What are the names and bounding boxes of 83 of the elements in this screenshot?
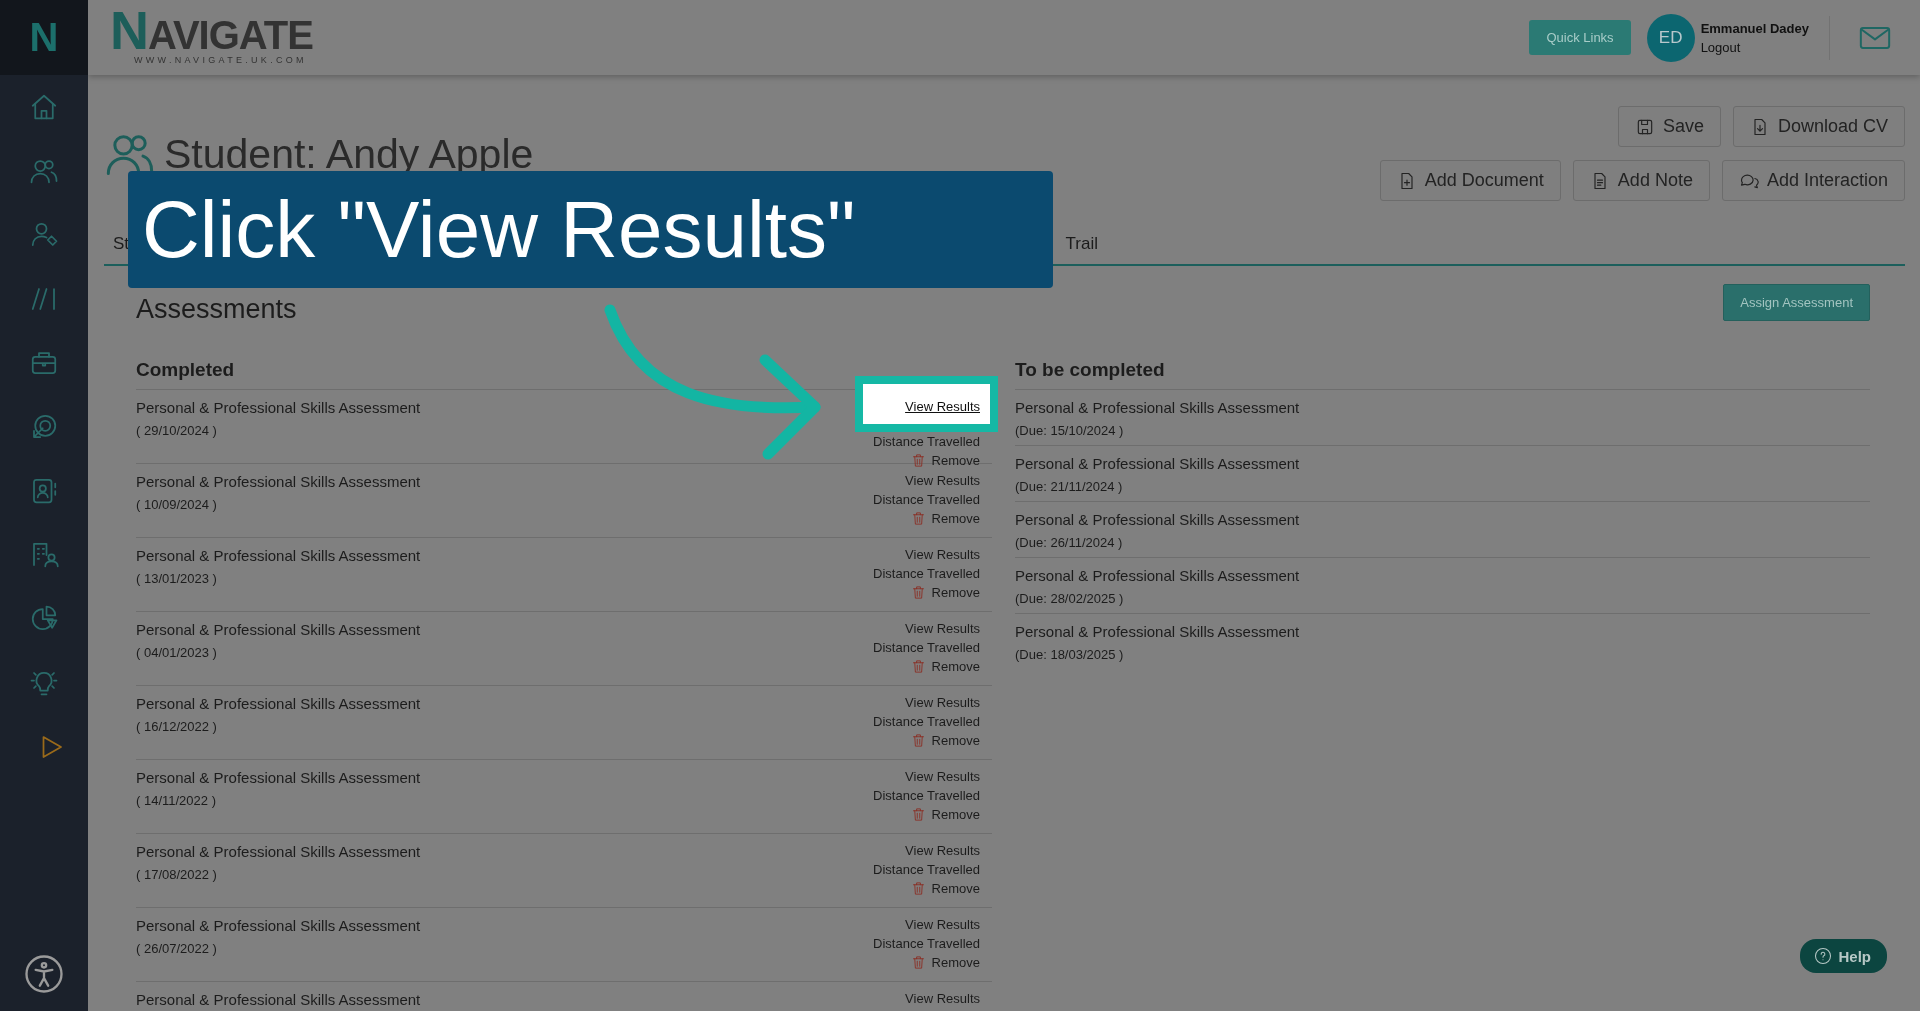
assessment-title: Personal & Professional Skills Assessment: [136, 991, 421, 1008]
assessment-date: ( 14/11/2022 ): [136, 793, 217, 808]
help-icon: [1814, 947, 1833, 965]
assessment-date: ( 04/01/2023 ): [136, 645, 218, 660]
help-button[interactable]: Help: [1800, 939, 1887, 973]
assessment-title: Personal & Professional Skills Assessment: [136, 917, 421, 934]
user-name: Emmanuel Dadey: [1700, 20, 1809, 36]
assessment-title: Personal & Professional Skills Assessment: [1015, 399, 1301, 416]
view-results-link[interactable]: View Results: [905, 917, 980, 932]
due-date: (Due: 15/10/2024 ): [1015, 423, 1125, 438]
view-results-link[interactable]: View Results: [905, 843, 980, 858]
view-results-link[interactable]: View Results: [905, 695, 980, 710]
remove-link[interactable]: Remove: [910, 881, 980, 896]
assessment-title: Personal & Professional Skills Assessment: [136, 769, 421, 786]
navigate-logo[interactable]: NAVIGATE: [110, 10, 313, 55]
due-date: (Due: 18/03/2025 ): [1015, 647, 1125, 662]
tab[interactable]: St: [113, 234, 130, 254]
assessment-title: Personal & Professional Skills Assessment: [136, 473, 421, 490]
assessment-title: Personal & Professional Skills Assessment: [1015, 511, 1301, 528]
save-button[interactable]: Save: [1617, 106, 1721, 147]
column-heading: Completed: [136, 359, 236, 381]
callout-banner: Click "View Results": [128, 171, 1053, 288]
user-avatar[interactable]: ED: [1646, 13, 1695, 62]
due-date: (Due: 28/02/2025 ): [1015, 591, 1125, 606]
section-title: Assessments: [136, 292, 297, 325]
logo-mark[interactable]: N: [0, 0, 88, 75]
remove-link[interactable]: Remove: [910, 585, 980, 600]
view-results-link[interactable]: View Results: [905, 769, 980, 784]
trash-icon: [910, 807, 926, 822]
assessment-date: ( 17/08/2022 ): [136, 867, 218, 882]
assign-assessment-button[interactable]: Assign Assessment: [1723, 283, 1870, 321]
chat-button[interactable]: Add Interaction: [1721, 160, 1905, 201]
trash-icon: [910, 955, 926, 970]
view-results-link[interactable]: View Results: [905, 991, 980, 1006]
note-button[interactable]: Add Note: [1572, 160, 1710, 201]
view-results-link[interactable]: View Results: [905, 547, 980, 562]
column-heading: To be completed: [1015, 359, 1166, 381]
trash-icon: [910, 585, 926, 600]
assessment-title: Personal & Professional Skills Assessment: [1015, 623, 1301, 640]
assessment-date: ( 26/07/2022 ): [136, 941, 218, 956]
tab[interactable]: Trail: [1065, 234, 1098, 254]
accessibility-icon[interactable]: [24, 954, 64, 994]
logo-tagline: WWW.NAVIGATE.UK.COM: [134, 55, 308, 65]
trash-icon: [910, 453, 926, 468]
distance-travelled-link[interactable]: Distance Travelled: [873, 566, 980, 581]
due-date: (Due: 26/11/2024 ): [1015, 535, 1124, 550]
quick-links-button[interactable]: Quick Links: [1529, 20, 1631, 55]
due-date: (Due: 21/11/2024 ): [1015, 479, 1124, 494]
assessment-title: Personal & Professional Skills Assessment: [1015, 567, 1301, 584]
remove-link[interactable]: Remove: [910, 511, 980, 526]
logout-link[interactable]: Logout: [1700, 39, 1809, 55]
remove-link[interactable]: Remove: [910, 659, 980, 674]
distance-travelled-link[interactable]: Distance Travelled: [873, 862, 980, 877]
assessment-title: Personal & Professional Skills Assessment: [136, 621, 421, 638]
assessment-date: ( 10/09/2024 ): [136, 497, 218, 512]
trash-icon: [910, 659, 926, 674]
trash-icon: [910, 511, 926, 526]
distance-travelled-link[interactable]: Distance Travelled: [873, 788, 980, 803]
distance-travelled-link[interactable]: Distance Travelled: [873, 434, 980, 449]
distance-travelled-link[interactable]: Distance Travelled: [873, 640, 980, 655]
assessment-date: ( 29/10/2024 ): [136, 423, 218, 438]
distance-travelled-link[interactable]: Distance Travelled: [873, 492, 980, 507]
assessment-title: Personal & Professional Skills Assessment: [136, 399, 421, 416]
assessment-title: Personal & Professional Skills Assessment: [136, 843, 421, 860]
download-button[interactable]: Download CV: [1732, 106, 1905, 147]
remove-link[interactable]: Remove: [910, 733, 980, 748]
assessment-title: Personal & Professional Skills Assessment: [136, 695, 421, 712]
remove-link[interactable]: Remove: [910, 955, 980, 970]
trash-icon: [910, 881, 926, 896]
assessment-title: Personal & Professional Skills Assessment: [136, 547, 421, 564]
assessment-date: ( 13/01/2023 ): [136, 571, 218, 586]
view-results-link[interactable]: View Results: [905, 399, 980, 414]
home-icon[interactable]: [29, 92, 59, 122]
view-results-link[interactable]: View Results: [905, 621, 980, 636]
add-document-button[interactable]: Add Document: [1379, 160, 1561, 201]
remove-link[interactable]: Remove: [910, 453, 980, 468]
assessment-title: Personal & Professional Skills Assessment: [1015, 455, 1301, 472]
view-results-link[interactable]: View Results: [905, 473, 980, 488]
trash-icon: [910, 733, 926, 748]
assessment-date: ( 16/12/2022 ): [136, 719, 218, 734]
distance-travelled-link[interactable]: Distance Travelled: [873, 714, 980, 729]
distance-travelled-link[interactable]: Distance Travelled: [873, 936, 980, 951]
remove-link[interactable]: Remove: [910, 807, 980, 822]
